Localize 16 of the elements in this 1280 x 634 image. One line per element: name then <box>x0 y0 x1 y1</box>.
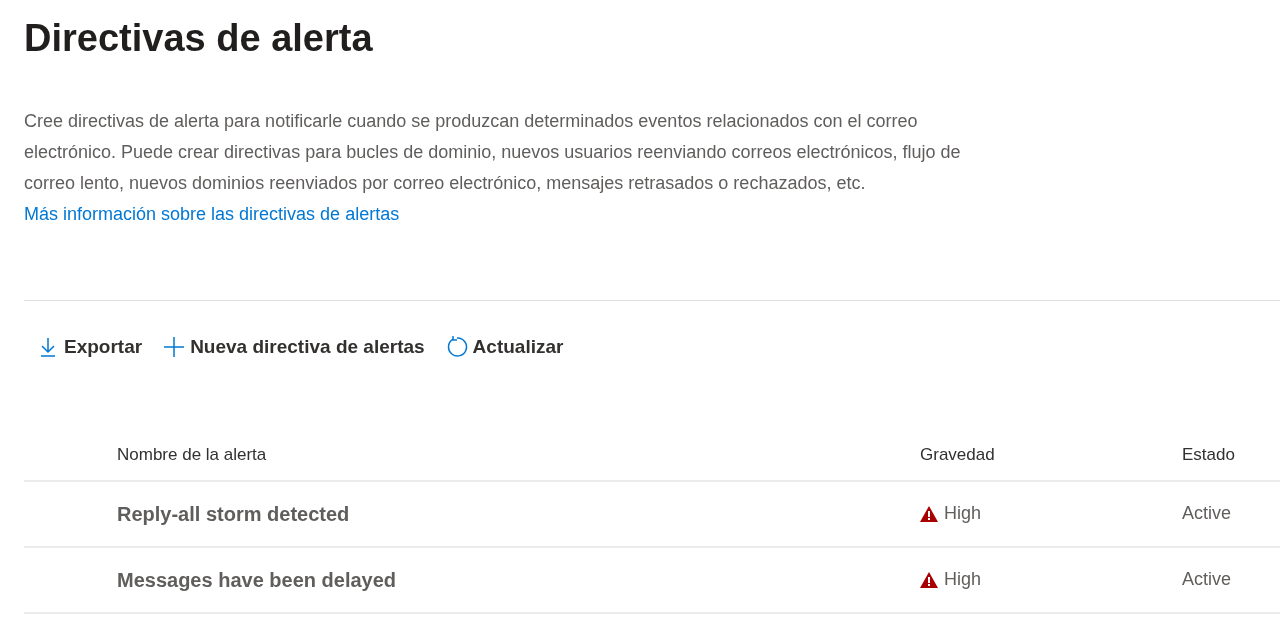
toolbar-button[interactable]: Nueva directiva de alertas <box>162 333 425 362</box>
page-title: Directivas de alerta <box>24 16 374 61</box>
toolbar-button[interactable]: Actualizar <box>444 333 564 362</box>
alert-name[interactable]: Messages have been delayed <box>117 564 920 595</box>
severity-text: High <box>944 502 982 525</box>
description-text: Cree directivas de alerta para notificarle cuando se produzcan determinados eventos relacionados con el correo electrónico. Puede crear directivas para bucles de dominio, nuevos usuarios reenviando correos electrónicos, flujo de correo lento, nuevos dominios reenviados por correo electrónico, mensajes retrasados o rechazados, etc. Más información sobre las directivas de alertas <box>24 110 962 226</box>
learn-more-link[interactable]: Más información sobre las directivas de alertas <box>24 204 400 224</box>
column-header[interactable]: Gravedad <box>920 441 1182 468</box>
severity-text: High <box>944 568 982 591</box>
plus-icon <box>162 335 187 360</box>
column-header[interactable]: Estado <box>1182 441 1280 468</box>
toolbar-button[interactable]: Exportar <box>36 333 143 362</box>
status-text: Active <box>1182 502 1233 525</box>
status-text: Active <box>1182 568 1233 591</box>
column-header[interactable]: Nombre de la alerta <box>117 441 920 468</box>
alert-name[interactable]: Reply-all storm detected <box>117 498 920 529</box>
